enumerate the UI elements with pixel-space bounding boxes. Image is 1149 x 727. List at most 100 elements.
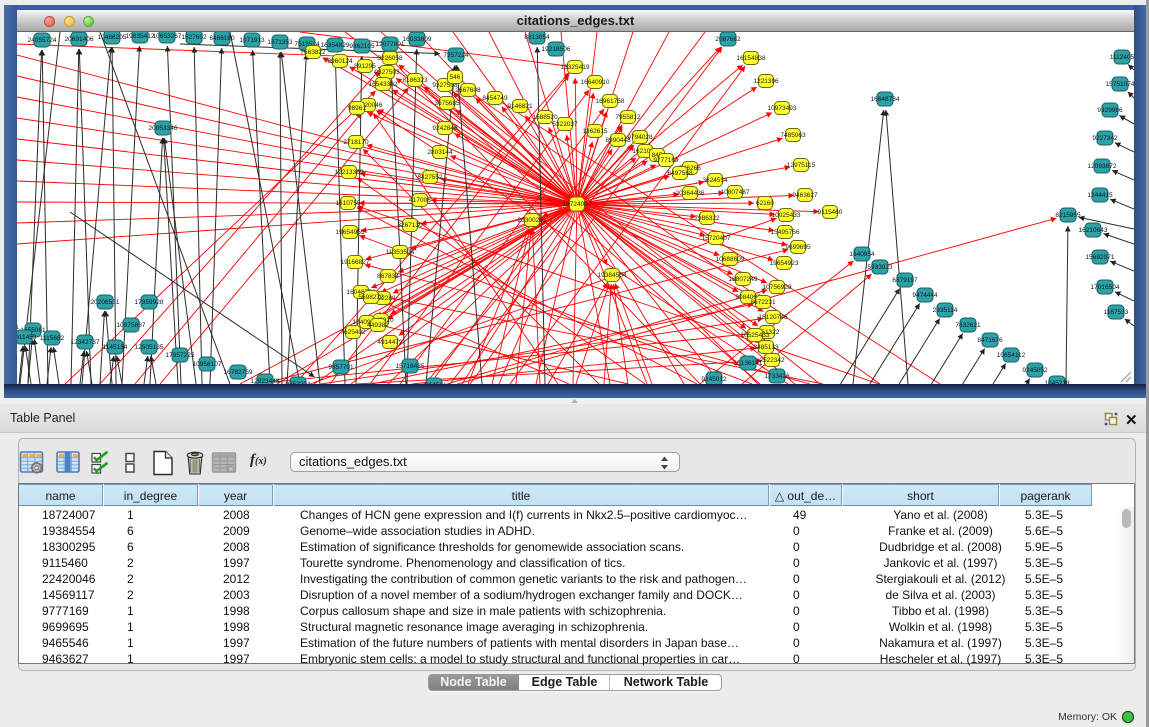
- svg-text:417006: 417006: [409, 197, 431, 204]
- svg-text:7955812: 7955812: [615, 114, 641, 121]
- svg-text:1527602: 1527602: [181, 34, 207, 41]
- svg-text:2485133: 2485133: [753, 344, 779, 351]
- svg-text:5698272: 5698272: [358, 294, 384, 301]
- svg-text:20206531: 20206531: [91, 299, 120, 306]
- svg-text:9115460: 9115460: [818, 209, 843, 216]
- svg-text:20691406: 20691406: [65, 36, 94, 43]
- svg-text:10975867: 10975867: [117, 322, 146, 329]
- svg-text:1610755: 1610755: [335, 200, 361, 207]
- svg-text:12505135: 12505135: [135, 344, 164, 351]
- svg-text:16210643: 16210643: [1079, 227, 1108, 234]
- svg-text:3267130: 3267130: [397, 222, 423, 229]
- svg-text:16033809: 16033809: [403, 36, 432, 43]
- svg-text:9146821: 9146821: [507, 103, 533, 110]
- svg-text:9227342: 9227342: [1092, 135, 1118, 142]
- svg-text:1733426: 1733426: [764, 373, 790, 380]
- svg-text:12923448: 12923448: [251, 378, 280, 384]
- svg-text:24055724: 24055724: [28, 37, 57, 44]
- svg-text:15495756: 15495756: [771, 229, 800, 236]
- svg-text:16640910: 16640910: [581, 79, 610, 86]
- svg-text:9862105: 9862105: [349, 43, 375, 50]
- svg-text:9777169: 9777169: [653, 157, 679, 164]
- svg-text:7632621: 7632621: [955, 322, 981, 329]
- svg-text:10756928: 10756928: [763, 284, 792, 291]
- svg-text:19835412: 19835412: [126, 33, 155, 40]
- svg-text:15751074: 15751074: [1106, 81, 1134, 88]
- svg-text:8813054: 8813054: [524, 34, 550, 41]
- svg-text:12077801: 12077801: [376, 41, 405, 48]
- svg-text:9245052: 9245052: [1022, 367, 1048, 374]
- svg-text:9857791: 9857791: [328, 364, 354, 371]
- svg-text:1115682: 1115682: [40, 335, 65, 342]
- svg-text:13325419: 13325419: [561, 64, 590, 71]
- svg-text:10688609: 10688609: [716, 256, 745, 263]
- svg-text:9699695: 9699695: [785, 244, 811, 251]
- svg-text:449382: 449382: [367, 322, 389, 329]
- svg-text:5322037: 5322037: [552, 121, 578, 128]
- svg-text:7485063: 7485063: [780, 132, 806, 139]
- svg-text:16354829: 16354829: [321, 42, 350, 49]
- svg-text:20053346: 20053346: [149, 125, 178, 132]
- svg-text:7357224: 7357224: [443, 52, 469, 59]
- svg-text:3675685: 3675685: [434, 100, 460, 107]
- svg-text:1588520: 1588520: [532, 114, 558, 121]
- svg-text:98961: 98961: [348, 105, 366, 112]
- svg-text:9474444: 9474444: [912, 292, 938, 299]
- svg-text:9463627: 9463627: [792, 192, 818, 199]
- svg-text:891295: 891295: [354, 63, 376, 70]
- svg-text:15720407: 15720407: [702, 235, 731, 242]
- svg-text:7663822: 7663822: [300, 49, 326, 56]
- svg-text:19654955: 19654955: [336, 229, 365, 236]
- svg-text:1221396: 1221396: [753, 78, 779, 85]
- svg-text:8454749: 8454749: [482, 95, 508, 102]
- svg-text:12093872: 12093872: [1088, 163, 1117, 170]
- svg-text:25300203: 25300203: [518, 217, 547, 224]
- svg-text:2667608: 2667608: [455, 87, 481, 94]
- svg-text:12975115: 12975115: [787, 162, 816, 169]
- svg-text:2935114: 2935114: [933, 307, 958, 314]
- svg-text:8186323: 8186323: [402, 77, 428, 84]
- svg-text:1167533: 1167533: [1104, 309, 1129, 316]
- svg-text:10807487: 10807487: [721, 189, 750, 196]
- svg-text:16154838: 16154838: [737, 55, 766, 62]
- svg-text:10653267: 10653267: [153, 33, 182, 40]
- svg-text:9242848: 9242848: [432, 125, 458, 132]
- svg-text:3226058: 3226058: [377, 55, 403, 62]
- svg-text:8427552: 8427552: [417, 174, 443, 181]
- svg-text:9794028: 9794028: [627, 134, 653, 141]
- svg-text:19384554: 19384554: [598, 272, 627, 279]
- svg-text:6879197: 6879197: [892, 277, 918, 284]
- svg-text:2718170: 2718170: [343, 139, 369, 146]
- svg-text:17016504: 17016504: [1091, 284, 1120, 291]
- svg-text:17359928: 17359928: [135, 299, 164, 306]
- svg-text:19218506: 19218506: [542, 46, 571, 53]
- svg-text:2803144: 2803144: [427, 149, 453, 156]
- svg-text:15718485: 15718485: [396, 363, 425, 370]
- svg-text:19654923: 19654923: [770, 260, 799, 267]
- svg-text:4914479: 4914479: [377, 339, 403, 346]
- svg-text:1640954: 1640954: [849, 251, 875, 258]
- svg-text:9352204: 9352204: [285, 381, 311, 384]
- svg-text:1045218: 1045218: [1044, 380, 1070, 384]
- svg-text:17957225: 17957225: [166, 352, 195, 359]
- svg-text:8471676: 8471676: [977, 337, 1003, 344]
- svg-text:3624554: 3624554: [702, 177, 728, 184]
- svg-text:1362615: 1362615: [582, 128, 608, 135]
- svg-text:7625402: 7625402: [340, 329, 366, 336]
- svg-text:8215955: 8215955: [1055, 212, 1081, 219]
- svg-text:2087682: 2087682: [715, 36, 741, 43]
- svg-text:6497568: 6497568: [667, 170, 693, 177]
- svg-text:1071913: 1071913: [239, 37, 265, 44]
- svg-text:546: 546: [450, 74, 461, 81]
- svg-text:8914501: 8914501: [421, 382, 447, 384]
- svg-text:9329966: 9329966: [1097, 107, 1123, 114]
- svg-text:1671353: 1671353: [267, 39, 293, 46]
- svg-text:16120746: 16120746: [759, 314, 788, 321]
- svg-text:20364436: 20364436: [676, 190, 705, 197]
- svg-text:8960124: 8960124: [327, 58, 353, 65]
- svg-text:16543382: 16543382: [369, 81, 398, 88]
- svg-text:18807249: 18807249: [729, 276, 758, 283]
- svg-text:1244415: 1244415: [1087, 192, 1113, 199]
- svg-text:2522342: 2522342: [759, 357, 785, 364]
- svg-text:10973493: 10973493: [768, 105, 797, 112]
